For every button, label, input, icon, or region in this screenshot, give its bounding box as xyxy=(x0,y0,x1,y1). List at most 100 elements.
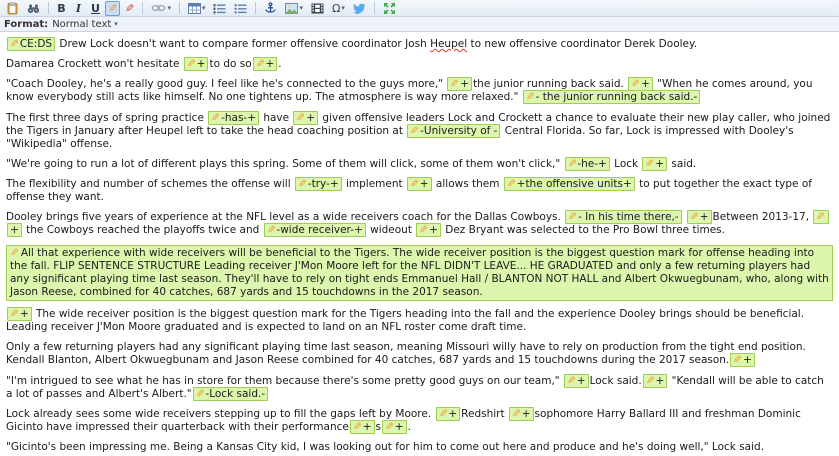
token-label: +the offensive units+ xyxy=(516,178,632,190)
text-run: "We're going to run a lot of different p… xyxy=(6,157,564,170)
special-character-icon: Ω xyxy=(331,1,341,15)
track-change-token[interactable]: ✎+ xyxy=(642,373,668,388)
toolbar-separator xyxy=(142,2,144,14)
table-button[interactable]: ▾ xyxy=(185,1,209,16)
pencil-icon: ✎ xyxy=(10,308,19,320)
track-change-token[interactable]: ✎+ xyxy=(381,419,407,434)
format-dropdown[interactable]: Normal text ▾ xyxy=(52,19,118,30)
twitter-icon xyxy=(352,3,366,14)
token-label: -Lock said.- xyxy=(205,387,266,400)
chevron-down-icon: ▾ xyxy=(201,3,206,12)
text-run: Between 2013-17, xyxy=(712,211,813,224)
pencil-icon[interactable]: ✎ xyxy=(10,247,19,260)
token-label: + xyxy=(448,407,458,420)
token-label: -wide receiver-+ xyxy=(276,224,363,237)
token-label: + xyxy=(743,354,752,367)
token-label: + xyxy=(640,78,650,91)
toolbar-separator xyxy=(255,2,257,14)
pencil-icon: ✎ xyxy=(211,111,221,124)
special-character-button[interactable]: Ω ▾ xyxy=(329,1,348,16)
track-change-token[interactable]: ✎- the junior running back said.- xyxy=(522,90,701,105)
anchor-icon xyxy=(265,1,277,13)
paragraph: Damarea Crockett won't hesitate ✎+ to do … xyxy=(6,57,833,72)
paste-button[interactable] xyxy=(3,1,22,16)
pencil-icon: ✎ xyxy=(506,178,516,190)
track-change-token[interactable]: ✎+ xyxy=(730,353,755,368)
chevron-down-icon: ▾ xyxy=(341,3,345,12)
token-label: + xyxy=(362,420,372,433)
track-change-token[interactable]: ✎+ xyxy=(686,210,712,225)
text-run: s xyxy=(375,420,381,433)
token-label: + xyxy=(10,224,19,237)
chevron-down-icon: ▾ xyxy=(167,3,171,12)
bold-button[interactable]: B xyxy=(54,1,69,16)
toolbar-separator xyxy=(178,2,180,14)
find-button[interactable] xyxy=(24,1,43,16)
track-change-token[interactable]: ✎-wide receiver-+ xyxy=(263,223,366,238)
token-label: + xyxy=(655,157,665,170)
format-label: Format: xyxy=(4,18,49,30)
text-run: allows them xyxy=(432,178,503,190)
track-change-token[interactable]: ✎-University of - xyxy=(407,123,501,138)
track-change-token[interactable]: ✎+ xyxy=(563,373,589,388)
track-change-token[interactable]: ✎+ xyxy=(628,77,653,92)
text-run: "Gicinto's been impressing me. Being a K… xyxy=(6,441,765,453)
track-change-token[interactable]: ✎+the offensive units+ xyxy=(503,177,635,191)
text-run: the junior running back said. xyxy=(473,78,628,91)
pencil-icon: ✎ xyxy=(511,407,521,420)
reject-change-button[interactable]: ✎ xyxy=(122,1,137,16)
text-run: Only a few returning players had any sig… xyxy=(6,341,806,367)
paragraph: Lock already sees some wide receivers st… xyxy=(6,406,833,434)
pencil-icon: ✎ xyxy=(567,157,577,170)
track-change-token[interactable]: ✎-Lock said.- xyxy=(192,386,269,401)
link-button[interactable]: ▾ xyxy=(148,1,174,16)
token-label: + xyxy=(521,407,531,420)
image-button[interactable]: ▾ xyxy=(282,1,306,16)
paragraph: The first three days of spring practice … xyxy=(6,110,833,151)
pencil-icon: ✎ xyxy=(296,111,306,124)
token-label: + xyxy=(196,58,206,71)
track-change-token[interactable]: ✎+ xyxy=(416,223,441,238)
text-run: . xyxy=(278,58,282,71)
track-change-token[interactable]: ✎- In his time there,- xyxy=(565,210,682,225)
track-change-token[interactable]: ✎-try-+ xyxy=(294,177,342,191)
text-run: to new offensive coordinator Derek Doole… xyxy=(467,38,698,50)
token-label: -has-+ xyxy=(221,111,256,124)
track-change-token[interactable]: ✎+ xyxy=(508,406,534,421)
track-changes-button[interactable]: ✎ xyxy=(105,0,121,16)
twitter-button[interactable] xyxy=(350,1,369,16)
pencil-icon: ✎ xyxy=(450,78,460,91)
track-change-token[interactable]: ✎-has-+ xyxy=(208,110,259,125)
bullet-list-icon xyxy=(234,3,247,14)
maximize-button[interactable] xyxy=(380,1,399,16)
editor-body[interactable]: ✎CE:DS Drew Lock doesn't want to compare… xyxy=(0,32,839,455)
italic-button[interactable]: I xyxy=(71,1,86,16)
numbered-list-button[interactable] xyxy=(210,1,229,16)
track-change-token[interactable]: ✎-he-+ xyxy=(564,156,610,171)
track-change-token[interactable]: ✎+ xyxy=(293,110,319,125)
text-run: The flexibility and number of schemes th… xyxy=(6,178,294,190)
underline-button[interactable]: U xyxy=(88,1,103,16)
track-change-token[interactable]: ✎+ xyxy=(252,57,278,72)
track-change-token[interactable]: ✎+ xyxy=(183,57,209,72)
bullet-list-button[interactable] xyxy=(231,1,250,16)
pencil-icon: ✎ xyxy=(186,58,196,71)
track-change-token[interactable]: ✎+ xyxy=(447,77,473,92)
text-run xyxy=(683,211,686,223)
paragraph: The flexibility and number of schemes th… xyxy=(6,177,833,204)
track-change-token[interactable]: ✎+ xyxy=(435,406,461,421)
text-run: Lock said. xyxy=(589,374,642,387)
text-run: All that experience with wide receivers … xyxy=(10,246,829,298)
pencil-icon: ✎ xyxy=(645,374,655,387)
anchor-button[interactable] xyxy=(261,1,280,16)
track-change-token[interactable]: ✎+ xyxy=(642,156,668,171)
text-run: said. xyxy=(668,157,697,170)
track-change-token[interactable]: ✎+ xyxy=(406,177,432,191)
paragraph: "Gicinto's been impressing me. Being a K… xyxy=(6,441,833,454)
track-change-token[interactable]: ✎+ xyxy=(7,307,32,321)
paragraph: "Coach Dooley, he's a really good guy. I… xyxy=(6,77,833,105)
pencil-icon: ✎ xyxy=(10,38,19,50)
track-change-token[interactable]: ✎+ xyxy=(349,419,375,434)
track-change-token[interactable]: ✎CE:DS xyxy=(7,37,56,51)
media-button[interactable] xyxy=(308,1,327,16)
